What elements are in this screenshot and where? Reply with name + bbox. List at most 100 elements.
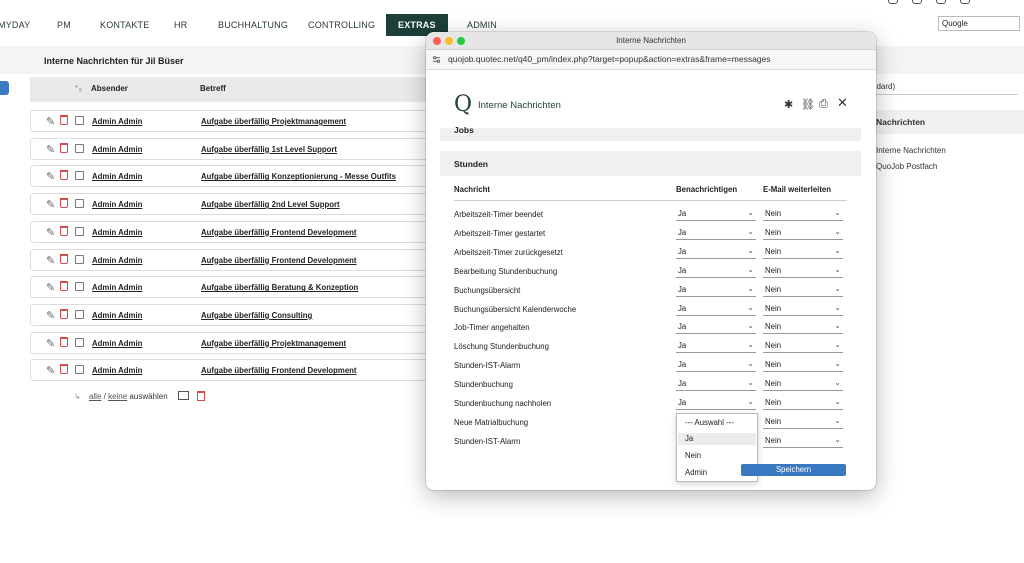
row-checkbox[interactable] <box>75 116 84 125</box>
nav-hr[interactable]: HR <box>174 14 187 36</box>
forward-select[interactable]: Nein ⌄ <box>763 246 843 259</box>
dropdown-option[interactable]: --- Auswahl --- <box>678 417 756 429</box>
subject-link[interactable]: Aufgabe überfällig Konzeptionierung - Me… <box>201 172 396 181</box>
edit-icon[interactable]: ✎ <box>46 198 55 211</box>
table-row[interactable]: ✎ Admin Admin Aufgabe überfällig Projektma… <box>30 331 460 354</box>
print-icon[interactable]: ⎙ <box>819 98 828 111</box>
subject-link[interactable]: Aufgabe überfällig 1st Level Support <box>201 145 337 154</box>
row-checkbox[interactable] <box>75 337 84 347</box>
user-icon[interactable] <box>960 0 970 4</box>
row-checkbox[interactable] <box>75 199 84 209</box>
sender-link[interactable]: Admin Admin <box>92 200 142 209</box>
subject-link[interactable]: Aufgabe überfällig Frontend Development <box>201 228 357 237</box>
edit-icon[interactable]: ✎ <box>46 281 55 294</box>
notify-select[interactable]: Ja ⌄ <box>676 359 756 373</box>
notify-select[interactable]: Ja ⌄ <box>676 303 756 316</box>
table-row[interactable]: ✎ Admin Admin Aufgabe überfällig 2nd Level… <box>30 193 460 216</box>
right-link-internal-messages[interactable]: Interne Nachrichten <box>876 146 946 155</box>
sender-link[interactable]: Admin Admin <box>92 311 142 320</box>
row-checkbox[interactable] <box>75 309 84 319</box>
delete-icon[interactable] <box>60 198 68 209</box>
dropdown-option[interactable]: Ja <box>678 433 756 445</box>
select-none-link[interactable]: keine <box>108 392 127 401</box>
forward-select[interactable]: Nein ⌄ <box>763 416 843 429</box>
edit-icon[interactable]: ✎ <box>46 254 55 267</box>
sidebar-toggle[interactable] <box>0 81 9 95</box>
delete-icon[interactable] <box>60 142 68 153</box>
section-stunden-bar[interactable] <box>440 151 861 176</box>
column-header-subject[interactable]: Betreff <box>200 84 226 93</box>
forward-select[interactable]: Nein ⌄ <box>763 284 843 297</box>
subject-link[interactable]: Aufgabe überfällig Frontend Development <box>201 366 357 375</box>
nav-buchhaltung[interactable]: BUCHHALTUNG <box>218 14 288 36</box>
table-row[interactable]: ✎ Admin Admin Aufgabe überfällig Projektma… <box>30 110 460 132</box>
subject-link[interactable]: Aufgabe überfällig Projektmanagement <box>201 339 346 348</box>
section-jobs-bar[interactable] <box>440 128 861 141</box>
edit-icon[interactable]: ✎ <box>46 337 55 350</box>
edit-icon[interactable]: ✎ <box>46 364 55 377</box>
edit-icon[interactable]: ✎ <box>46 226 55 239</box>
help-icon[interactable] <box>936 0 946 4</box>
sender-link[interactable]: Admin Admin <box>92 256 142 265</box>
notify-select[interactable]: Ja ⌄ <box>676 208 756 221</box>
notify-select[interactable]: Ja ⌄ <box>676 284 756 297</box>
subject-link[interactable]: Aufgabe überfällig Projektmanagement <box>201 117 346 126</box>
forward-select[interactable]: Nein ⌄ <box>763 227 843 240</box>
calendar-icon[interactable] <box>912 0 922 4</box>
delete-icon[interactable] <box>60 336 68 347</box>
forward-select[interactable]: Nein ⌄ <box>763 321 843 335</box>
sender-link[interactable]: Admin Admin <box>92 145 142 154</box>
bug-icon[interactable]: ✱ <box>784 98 793 111</box>
sender-link[interactable]: Admin Admin <box>92 172 142 181</box>
nav-pm[interactable]: PM <box>57 14 71 36</box>
column-header-sender[interactable]: Absender <box>91 84 128 93</box>
delete-icon[interactable] <box>60 281 68 292</box>
sender-link[interactable]: Admin Admin <box>92 283 142 292</box>
forward-select[interactable]: Nein ⌄ <box>763 340 843 354</box>
search-input[interactable]: Quogle <box>938 16 1020 31</box>
table-row[interactable]: ✎ Admin Admin Aufgabe überfällig Frontend … <box>30 220 460 243</box>
dropdown-option[interactable]: Nein <box>678 450 756 462</box>
sender-link[interactable]: Admin Admin <box>92 228 142 237</box>
edit-icon[interactable]: ✎ <box>46 143 55 156</box>
nav-myday[interactable]: MYDAY <box>0 14 30 36</box>
table-row[interactable]: ✎ Admin Admin Aufgabe überfällig Frontend … <box>30 248 460 271</box>
row-checkbox[interactable] <box>75 282 84 292</box>
delete-icon[interactable] <box>60 225 68 236</box>
clear-filter-icon[interactable]: ⁺ₓ <box>74 83 82 94</box>
forward-select[interactable]: Nein ⌄ <box>763 265 843 278</box>
save-button[interactable]: Speichern <box>741 464 846 476</box>
delete-icon[interactable] <box>60 170 68 181</box>
site-settings-icon[interactable] <box>432 55 441 64</box>
table-row[interactable]: ✎ Admin Admin Aufgabe überfällig Beratung … <box>30 276 460 299</box>
notify-select[interactable]: Ja ⌄ <box>676 265 756 278</box>
row-checkbox[interactable] <box>75 254 84 264</box>
url-text[interactable]: quojob.quotec.net/q40_pm/index.php?targe… <box>448 54 771 64</box>
delete-icon[interactable] <box>60 308 68 319</box>
table-row[interactable]: ✎ Admin Admin Aufgabe überfällig Frontend … <box>30 359 460 382</box>
delete-icon[interactable] <box>60 253 68 264</box>
notify-select[interactable]: Ja ⌄ <box>676 378 756 392</box>
forward-select[interactable]: Nein ⌄ <box>763 378 843 392</box>
notify-select[interactable]: Ja ⌄ <box>676 246 756 259</box>
trash-icon[interactable] <box>197 391 205 401</box>
forward-select[interactable]: Nein ⌄ <box>763 397 843 410</box>
edit-icon[interactable]: ✎ <box>46 170 55 183</box>
notify-select[interactable]: Ja ⌄ <box>676 321 756 335</box>
mail-icon[interactable] <box>178 391 189 400</box>
link-icon[interactable]: ⛓ <box>801 98 815 111</box>
forward-select[interactable]: Nein ⌄ <box>763 359 843 373</box>
notify-select[interactable]: Ja ⌄ <box>676 340 756 354</box>
right-link-postfach[interactable]: QuoJob Postfach <box>876 162 937 171</box>
inbox-icon[interactable] <box>888 0 898 4</box>
select-all-link[interactable]: alle <box>89 392 101 401</box>
notify-select[interactable]: Ja ⌄ <box>676 227 756 240</box>
row-checkbox[interactable] <box>75 143 84 153</box>
forward-select[interactable]: Nein ⌄ <box>763 303 843 316</box>
table-row[interactable]: ✎ Admin Admin Aufgabe überfällig Konzeptio… <box>30 165 460 188</box>
sender-link[interactable]: Admin Admin <box>92 366 142 375</box>
row-checkbox[interactable] <box>75 171 84 181</box>
delete-icon[interactable] <box>60 364 68 375</box>
sender-link[interactable]: Admin Admin <box>92 339 142 348</box>
nav-controlling[interactable]: CONTROLLING <box>308 14 375 36</box>
